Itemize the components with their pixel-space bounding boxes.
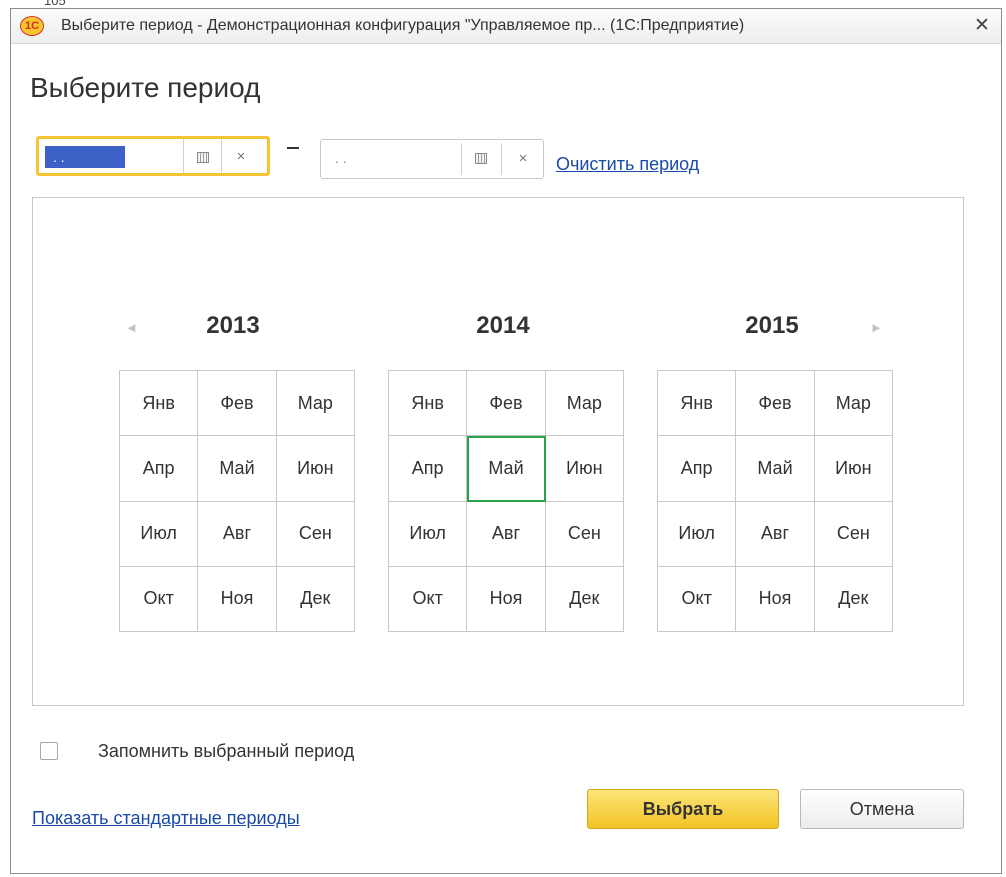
remember-period-label[interactable]: Запомнить выбранный период bbox=[98, 741, 354, 762]
next-year-arrow-icon[interactable]: ► bbox=[870, 320, 883, 335]
page-title: Выберите период bbox=[30, 72, 261, 103]
clear-icon: × bbox=[518, 150, 528, 167]
cancel-button[interactable]: Отмена bbox=[800, 789, 964, 829]
month-cell[interactable]: Янв bbox=[120, 371, 199, 437]
period-end-input[interactable]: . . bbox=[327, 147, 347, 169]
month-cell[interactable]: Июл bbox=[120, 501, 199, 567]
month-cell[interactable]: Ноя bbox=[467, 566, 546, 632]
period-start-field[interactable]: . . × bbox=[36, 136, 270, 176]
select-button[interactable]: Выбрать bbox=[587, 789, 779, 829]
month-cell[interactable]: Дек bbox=[276, 566, 355, 632]
year-label[interactable]: 2015 bbox=[712, 312, 832, 340]
title-bar: 1С Выберите период - Демонстрационная ко… bbox=[11, 9, 1001, 44]
page-number: 105 bbox=[44, 0, 66, 8]
clear-icon: × bbox=[236, 148, 246, 165]
month-cell[interactable]: Окт bbox=[389, 566, 468, 632]
calendar-icon bbox=[475, 153, 487, 164]
period-separator bbox=[287, 147, 299, 149]
month-cell[interactable]: Дек bbox=[814, 566, 893, 632]
current-month-cell[interactable]: Май bbox=[467, 436, 546, 502]
month-cell[interactable]: Май bbox=[736, 436, 815, 502]
month-cell[interactable]: Авг bbox=[198, 501, 277, 567]
month-cell[interactable]: Авг bbox=[736, 501, 815, 567]
clear-period-link[interactable]: Очистить период bbox=[556, 154, 699, 175]
year-label[interactable]: 2014 bbox=[443, 312, 563, 340]
month-cell[interactable]: Апр bbox=[120, 436, 199, 502]
month-cell[interactable]: Июн bbox=[814, 436, 893, 502]
month-cell[interactable]: Окт bbox=[120, 566, 199, 632]
month-cell[interactable]: Ноя bbox=[198, 566, 277, 632]
calendar-icon bbox=[197, 152, 209, 163]
month-cell[interactable]: Авг bbox=[467, 501, 546, 567]
month-cell[interactable]: Дек bbox=[545, 566, 624, 632]
month-cell[interactable]: Сен bbox=[545, 501, 624, 567]
period-end-calendar-button[interactable] bbox=[461, 143, 500, 175]
month-cell[interactable]: Июн bbox=[276, 436, 355, 502]
period-end-field[interactable]: . . × bbox=[320, 139, 544, 179]
month-cell[interactable]: Фев bbox=[467, 371, 546, 437]
month-cell[interactable]: Июн bbox=[545, 436, 624, 502]
month-cell[interactable]: Мар bbox=[814, 371, 893, 437]
period-start-clear-button[interactable]: × bbox=[221, 139, 260, 173]
month-cell[interactable]: Ноя bbox=[736, 566, 815, 632]
month-cell[interactable]: Окт bbox=[658, 566, 737, 632]
month-cell[interactable]: Май bbox=[198, 436, 277, 502]
month-cell[interactable]: Июл bbox=[389, 501, 468, 567]
app-logo-icon: 1С bbox=[20, 16, 44, 36]
window-title: Выберите период - Демонстрационная конфи… bbox=[61, 17, 745, 34]
month-cell[interactable]: Июл bbox=[658, 501, 737, 567]
period-end-clear-button[interactable]: × bbox=[501, 143, 544, 175]
month-cell[interactable]: Апр bbox=[658, 436, 737, 502]
month-cell[interactable]: Сен bbox=[276, 501, 355, 567]
month-grid-2015: Янв Фев Мар Апр Май Июн Июл Авг Сен Окт … bbox=[657, 370, 893, 632]
month-cell[interactable]: Янв bbox=[658, 371, 737, 437]
year-label[interactable]: 2013 bbox=[173, 312, 293, 340]
month-cell[interactable]: Фев bbox=[198, 371, 277, 437]
calendar-panel: ◄ ► 2013 2014 2015 Янв Фев Мар Апр Май И… bbox=[32, 197, 964, 706]
month-cell[interactable]: Мар bbox=[276, 371, 355, 437]
month-cell[interactable]: Фев bbox=[736, 371, 815, 437]
period-start-calendar-button[interactable] bbox=[183, 139, 222, 173]
prev-year-arrow-icon[interactable]: ◄ bbox=[125, 320, 138, 335]
month-cell[interactable]: Апр bbox=[389, 436, 468, 502]
show-standard-periods-link[interactable]: Показать стандартные периоды bbox=[32, 808, 300, 829]
month-cell[interactable]: Мар bbox=[545, 371, 624, 437]
period-start-input[interactable]: . . bbox=[45, 146, 125, 168]
remember-period-checkbox[interactable] bbox=[40, 742, 58, 760]
month-cell[interactable]: Янв bbox=[389, 371, 468, 437]
close-icon[interactable]: ✕ bbox=[971, 15, 993, 37]
month-cell[interactable]: Сен bbox=[814, 501, 893, 567]
month-grid-2014: Янв Фев Мар Апр Май Июн Июл Авг Сен Окт … bbox=[388, 370, 624, 632]
month-grid-2013: Янв Фев Мар Апр Май Июн Июл Авг Сен Окт … bbox=[119, 370, 355, 632]
